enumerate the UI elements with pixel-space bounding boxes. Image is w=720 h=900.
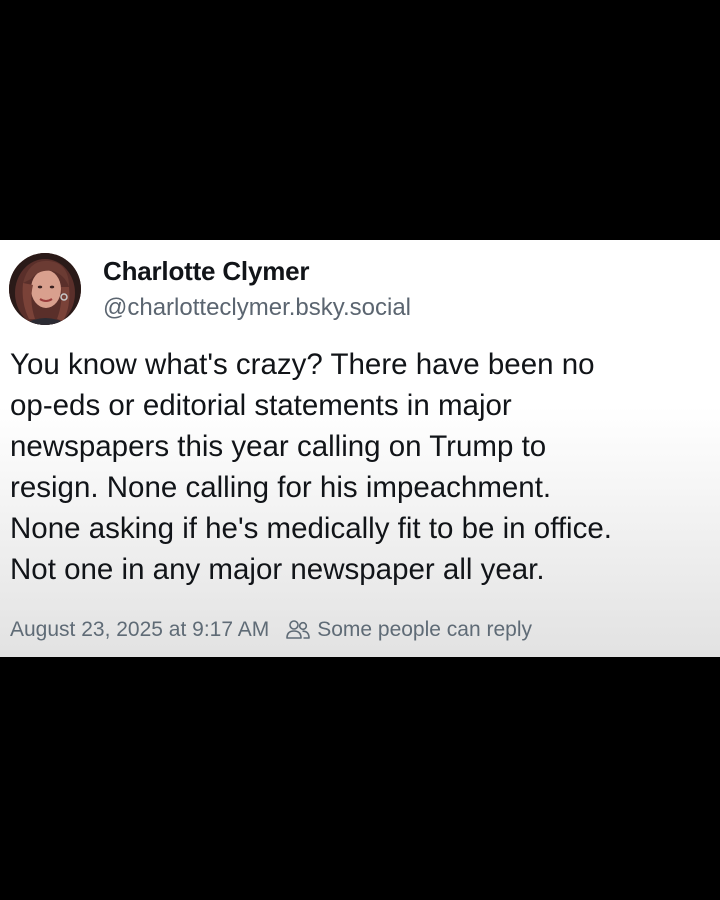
author-display-name[interactable]: Charlotte Clymer [103,256,310,287]
post-text: You know what's crazy? There have been n… [10,344,710,590]
post-text-line: You know what's crazy? There have been n… [10,348,595,381]
post-text-line: Not one in any major newspaper all year. [10,553,545,586]
avatar[interactable] [9,253,81,325]
post-text-line: op-eds or editorial statements in major [10,389,512,422]
people-icon [285,619,311,641]
post-text-line: newspapers this year calling on Trump to [10,430,547,463]
post-card[interactable]: Charlotte Clymer @charlotteclymer.bsky.s… [0,240,720,657]
reply-setting-label[interactable]: Some people can reply [317,618,532,642]
post-text-line: None asking if he's medically fit to be … [10,512,612,545]
post-text-line: resign. None calling for his impeachment… [10,471,552,504]
author-handle[interactable]: @charlotteclymer.bsky.social [103,294,411,322]
post-meta: August 23, 2025 at 9:17 AM Some people c… [10,616,532,644]
screenshot-frame: Charlotte Clymer @charlotteclymer.bsky.s… [0,0,720,900]
post-timestamp[interactable]: August 23, 2025 at 9:17 AM [10,618,269,642]
